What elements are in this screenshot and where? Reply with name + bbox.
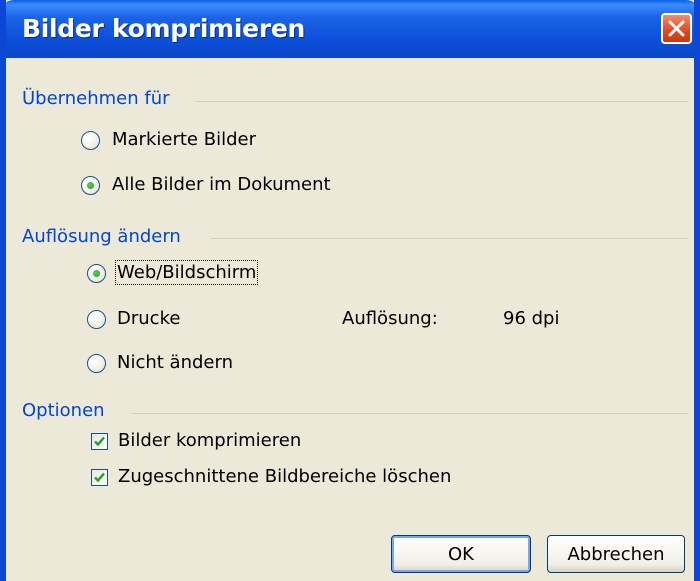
group-label-options: Optionen [22,400,113,421]
checkbox-label-compress: Bilder komprimieren [118,430,302,451]
resolution-label: Auflösung: [342,308,438,329]
checkbox-label-delete-cropped: Zugeschnittene Bildbereiche löschen [118,466,452,487]
resolution-value: 96 dpi [503,308,560,329]
radio-selected-dot [87,182,94,189]
group-divider-apply [196,101,688,102]
checkmark-icon [94,436,105,447]
radio-label-marked-images: Markierte Bilder [112,129,256,150]
radio-label-no-change: Nicht ändern [117,352,233,373]
checkbox-box-delete-cropped[interactable] [91,469,108,486]
radio-selected-dot [93,270,100,277]
checkmark-icon [94,472,105,483]
group-divider-resolution [211,238,688,239]
radio-button-print[interactable] [87,310,106,329]
title-bar[interactable]: Bilder komprimieren [6,0,694,58]
radio-label-print: Drucke [117,308,181,329]
radio-button-web-screen[interactable] [87,264,106,283]
group-label-resolution: Auflösung ändern [22,226,189,247]
radio-button-marked-images[interactable] [81,131,100,150]
dialog-title: Bilder komprimieren [22,14,306,43]
radio-label-web-screen: Web/Bildschirm [114,260,259,285]
close-icon [668,20,685,37]
ok-button[interactable]: OK [391,535,531,573]
dialog-window: Bilder komprimieren Übernehmen für Marki… [0,0,700,581]
checkbox-box-compress[interactable] [91,433,108,450]
group-label-apply: Übernehmen für [22,88,178,109]
radio-button-all-images[interactable] [81,176,100,195]
radio-label-all-images: Alle Bilder im Dokument [112,174,331,195]
group-divider-options [131,413,688,414]
cancel-button[interactable]: Abbrechen [547,535,685,573]
close-button[interactable] [661,13,692,44]
radio-button-no-change[interactable] [87,354,106,373]
